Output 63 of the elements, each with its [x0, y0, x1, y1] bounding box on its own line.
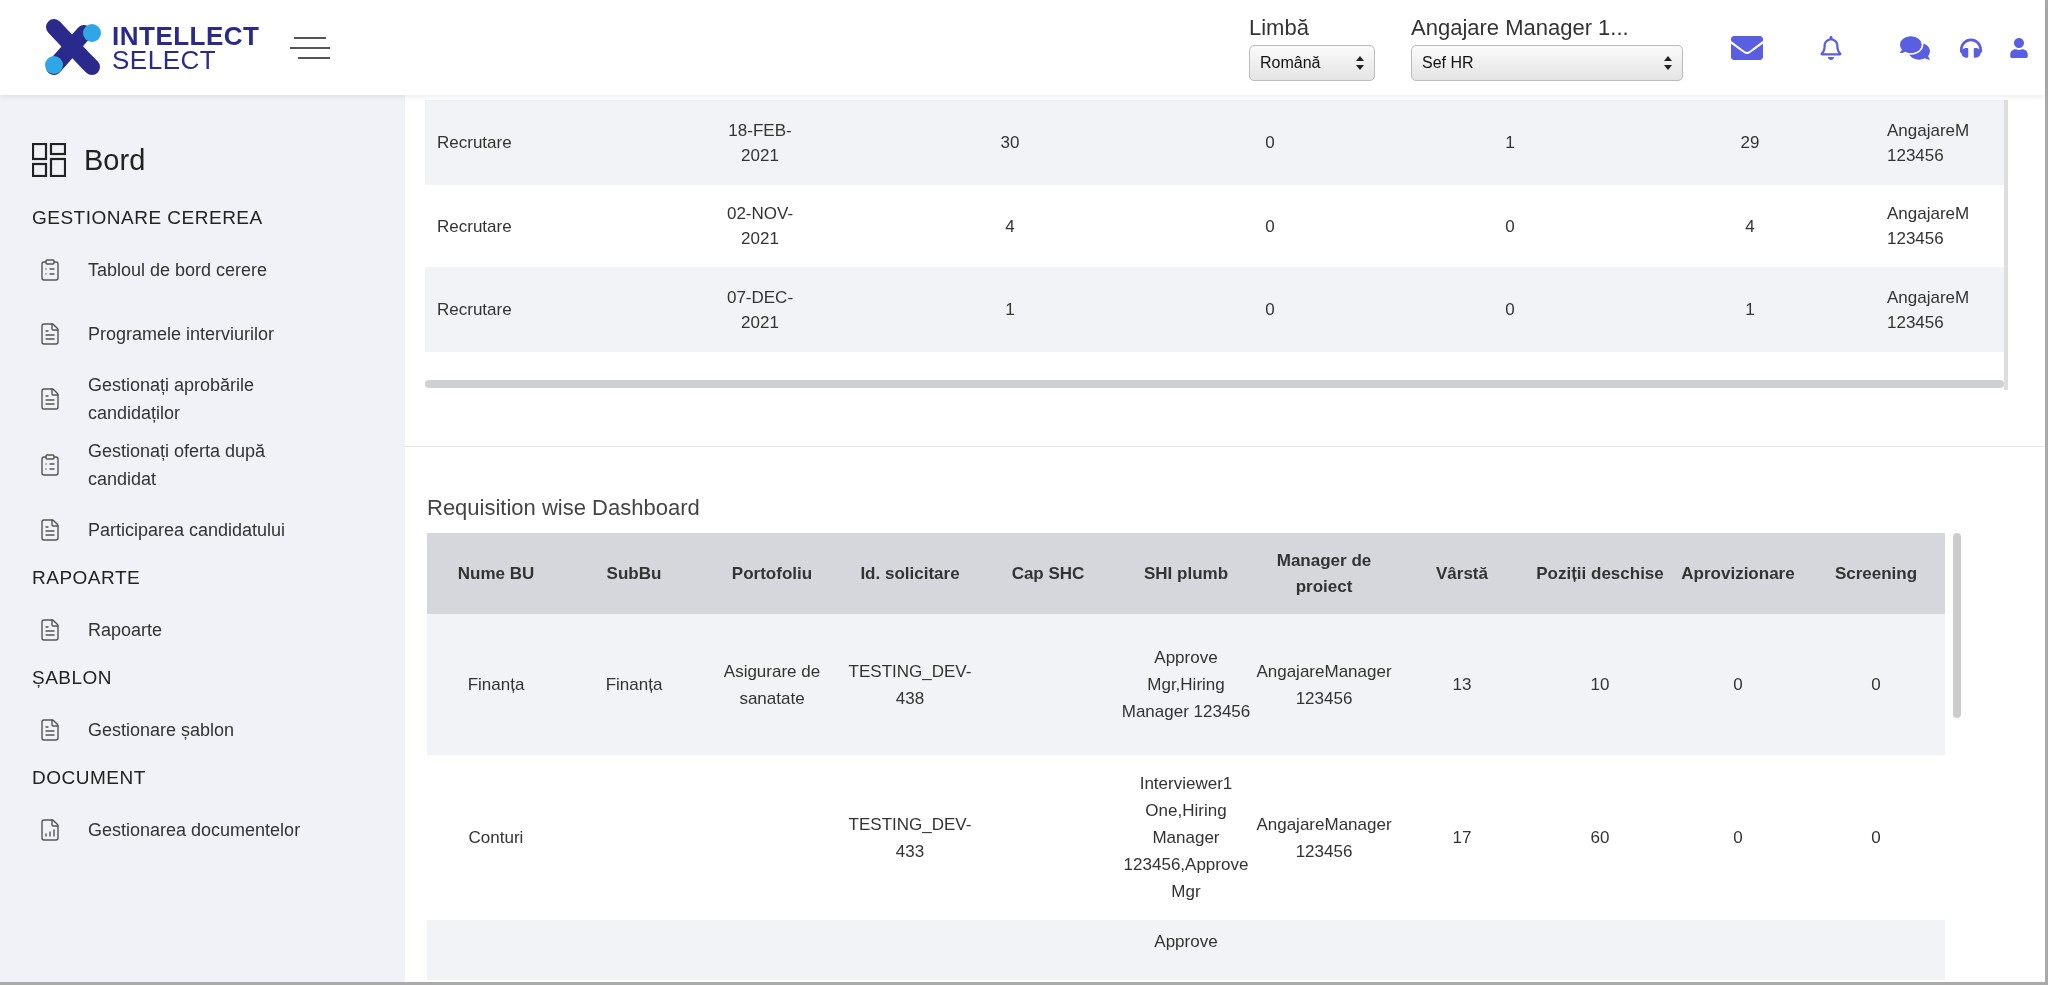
table-cell-text: 30	[999, 132, 1021, 154]
column-header: Portofoliu	[703, 533, 841, 614]
sidebar-item[interactable]: Gestionați aprobările candidaților	[32, 371, 302, 427]
sidebar-item[interactable]: Gestionarea documentelor	[32, 803, 302, 857]
column-header: SHI plumb	[1117, 533, 1255, 614]
table-cell: Approve	[1117, 920, 1255, 980]
table-cell: 0	[1807, 614, 1945, 755]
column-header: Screening	[1807, 533, 1945, 614]
table-cell-text: AngajareM 123456	[1886, 203, 1971, 250]
column-header: Vârstă	[1393, 533, 1531, 614]
table-cell-text: AngajareM 123456	[1886, 286, 1971, 334]
section-heading: ȘABLON	[32, 667, 114, 689]
table-cell-text: 0	[1504, 299, 1516, 321]
table-cell-text: 4	[1004, 215, 1016, 238]
sidebar-item[interactable]: Programele interviurilor	[32, 307, 302, 361]
table-cell-text: 18-FEB- 2021	[727, 119, 793, 167]
table-cell: AngajareManager 123456	[1255, 614, 1393, 755]
user-name-label: Angajare Manager 1...	[1411, 14, 1630, 41]
section-heading: DOCUMENT	[32, 767, 147, 789]
language-select[interactable]: Română	[1249, 44, 1375, 81]
table-cell-text: 29	[1739, 132, 1761, 154]
sidebar-item[interactable]: Gestionare șablon	[32, 703, 302, 757]
table-cell: 0	[1669, 614, 1807, 755]
column-header: SubBu	[565, 533, 703, 614]
table-cell: Finanța	[565, 614, 703, 755]
sidebar-item[interactable]: Tabloul de bord cerere	[32, 243, 302, 297]
table-cell-text: 0	[1264, 215, 1276, 238]
logo-text: INTELLECT	[112, 23, 260, 48]
table-cell-text: 07-DEC- 2021	[725, 286, 795, 334]
table-cell-text: 4	[1744, 215, 1756, 238]
sidebar-item[interactable]: Participarea candidatului	[32, 503, 302, 557]
role-select[interactable]: Sef HR	[1411, 44, 1683, 81]
table-cell: Asigurare de sanatate	[703, 614, 841, 755]
sidebar-title: Bord	[84, 143, 146, 177]
column-header: Nume BU	[427, 533, 565, 614]
table-cell: 13	[1393, 614, 1531, 755]
table-cell-text: 1	[1504, 132, 1516, 154]
table-cell-text: Recrutare	[436, 215, 513, 238]
column-header: Aprovizionare	[1669, 533, 1807, 614]
section-title: Requisition wise Dashboard	[427, 495, 701, 521]
table-cell-text: 1	[1744, 299, 1756, 321]
table-cell-text: 1	[1004, 299, 1016, 321]
table-cell: 10	[1531, 614, 1669, 755]
table-cell: Approve Mgr,Hiring Manager 123456	[1117, 614, 1255, 755]
table-cell-text: Recrutare	[436, 299, 513, 321]
column-header: Poziții deschise	[1531, 533, 1669, 614]
sidebar-item[interactable]: Gestionați oferta după candidat	[32, 437, 302, 493]
section-heading: GESTIONARE CEREREA	[32, 207, 264, 229]
logo-subtext: SELECT	[112, 47, 217, 72]
column-header: Manager de proiect	[1255, 533, 1393, 614]
column-header: Id. solicitare	[841, 533, 979, 614]
table-cell-text: 02-NOV- 2021	[725, 203, 795, 250]
column-header: Cap SHC	[979, 533, 1117, 614]
section-heading: RAPOARTE	[32, 567, 142, 589]
sidebar-item[interactable]: Rapoarte	[32, 603, 302, 657]
table-cell-text: Recrutare	[436, 132, 513, 154]
table-cell-text: 0	[1264, 132, 1276, 154]
table-cell: Finanța	[427, 614, 565, 755]
language-label: Limbă	[1249, 14, 1310, 41]
table-cell: TESTING_DEV-438	[841, 614, 979, 755]
table-cell-text: 0	[1504, 215, 1516, 238]
table-cell-text: 0	[1264, 299, 1276, 321]
table-cell-text: AngajareM 123456	[1886, 119, 1971, 167]
